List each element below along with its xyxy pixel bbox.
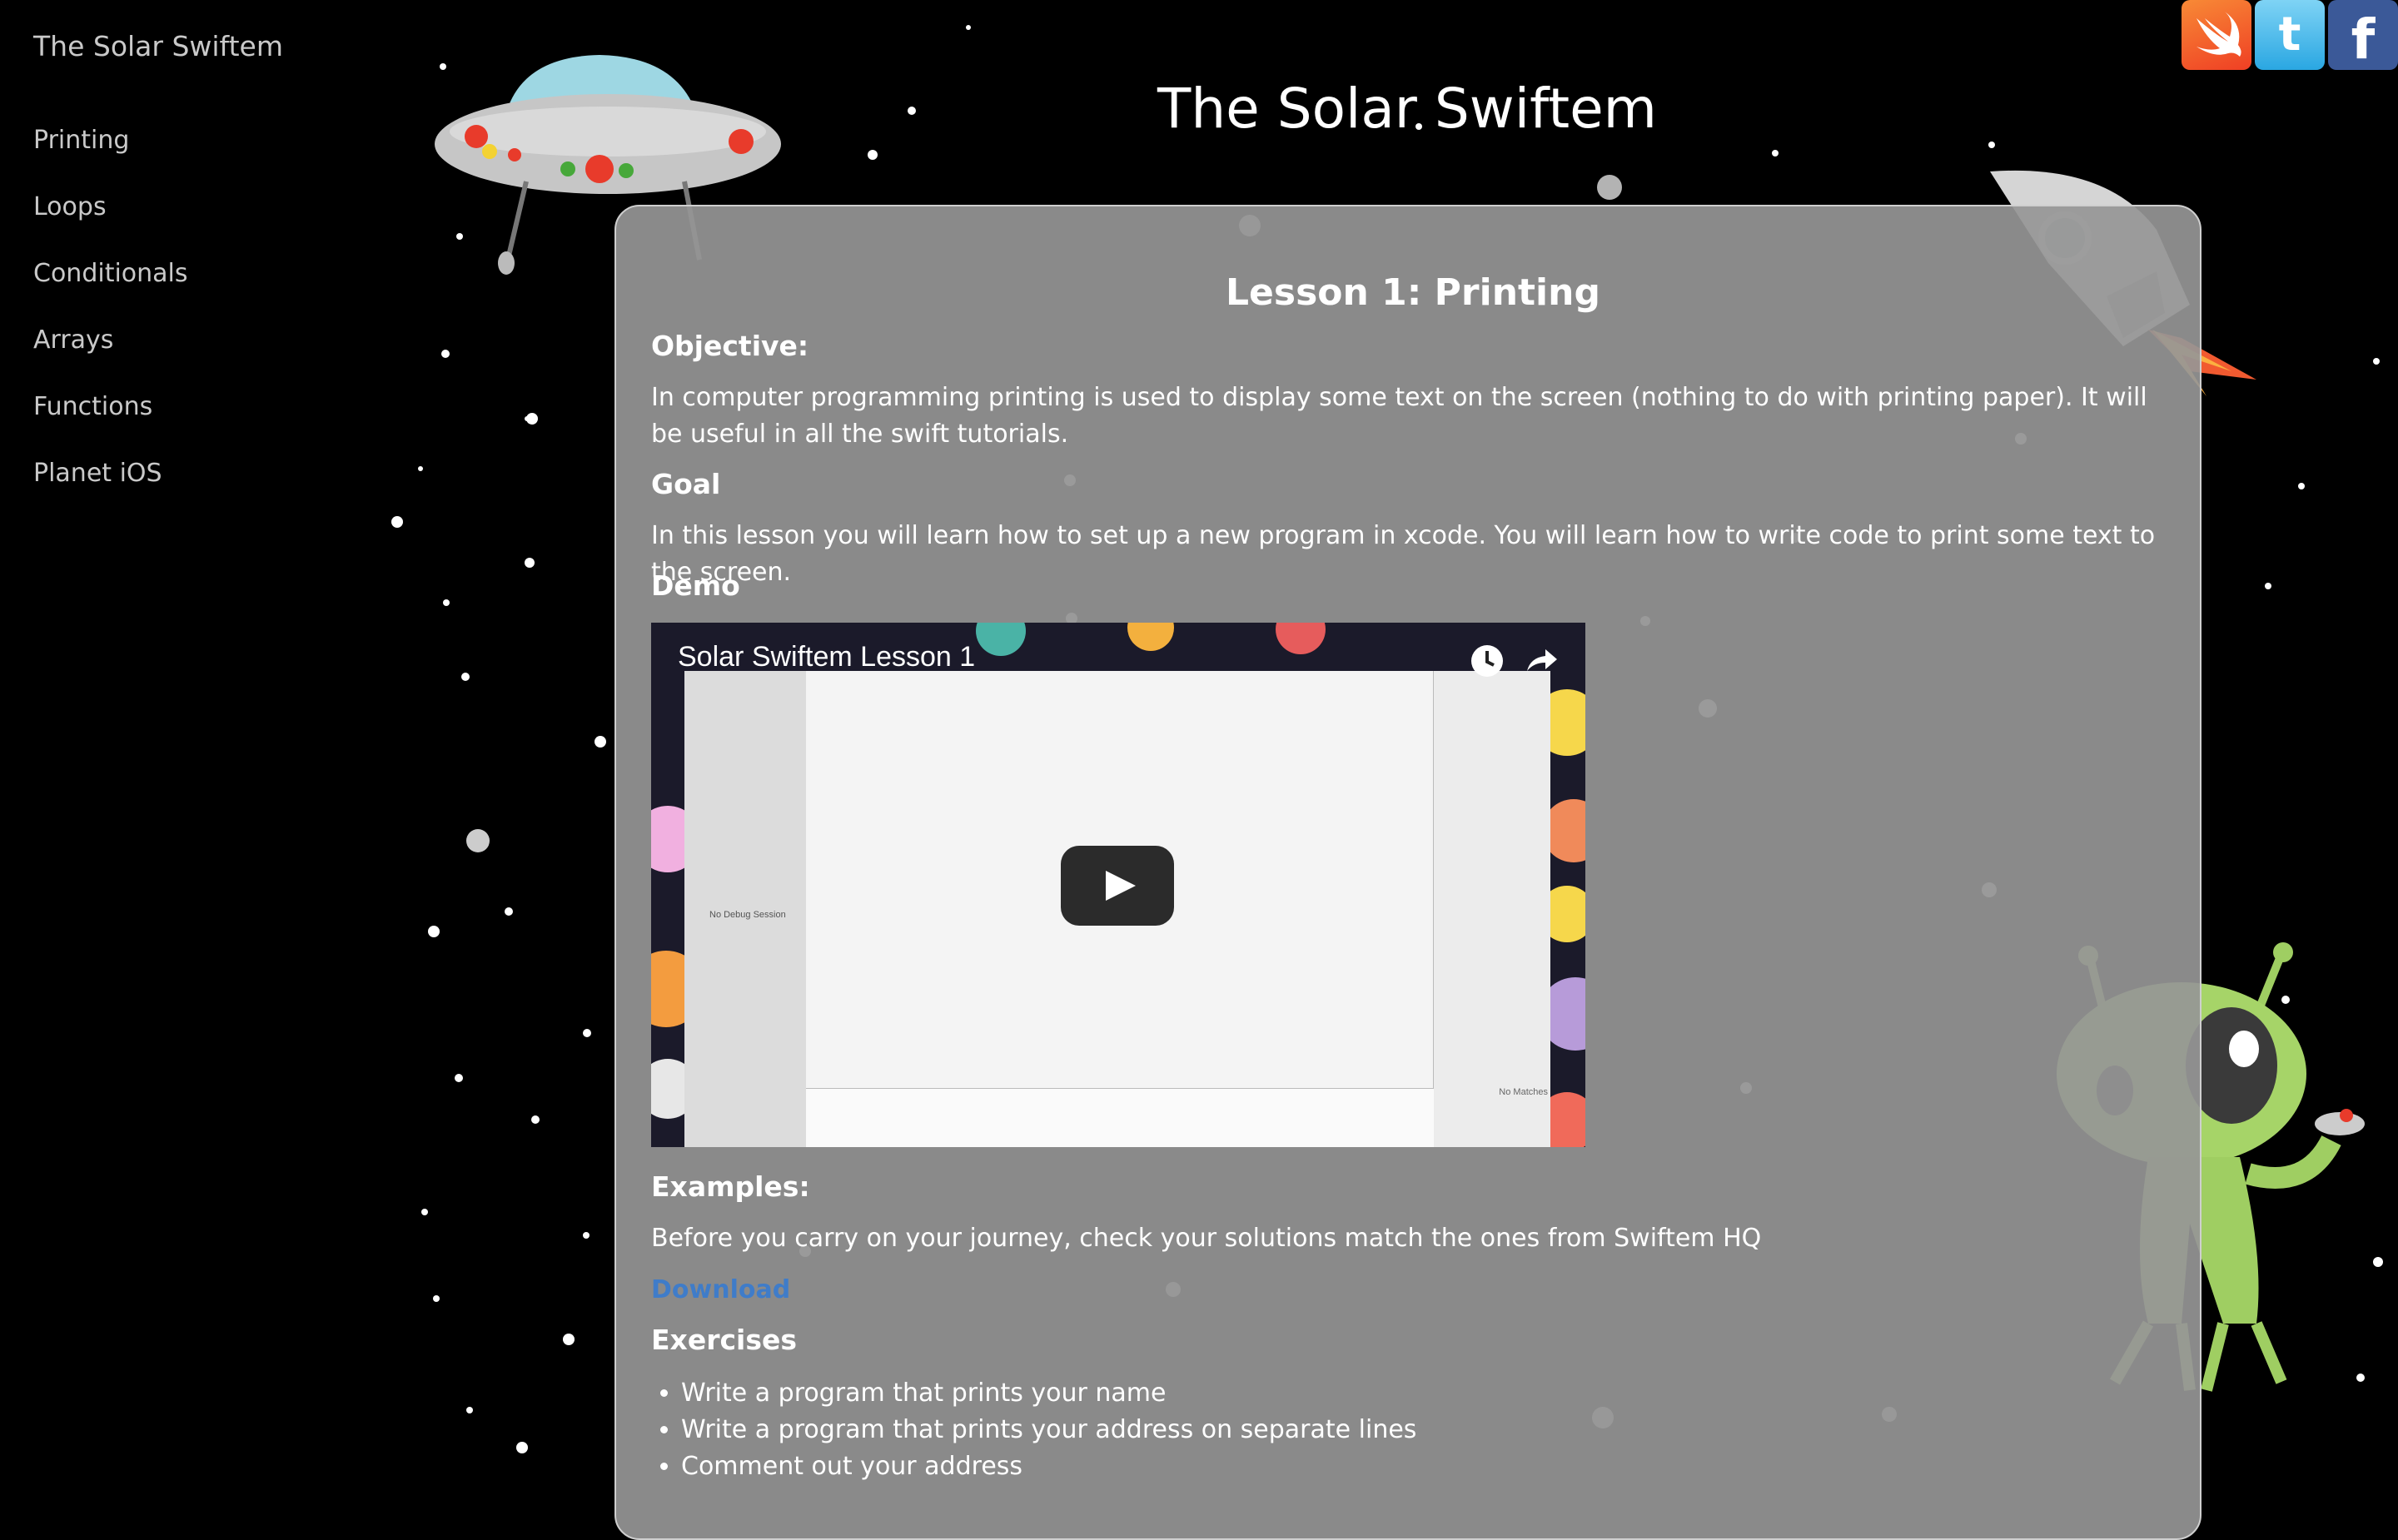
download-link[interactable]: Download [651, 1275, 790, 1304]
xcode-inspector [1433, 671, 1550, 1147]
lesson-title: Lesson 1: Printing [1226, 271, 1600, 314]
swift-icon[interactable] [2182, 0, 2251, 70]
brand-link[interactable]: The Solar Swiftem [33, 30, 283, 62]
lesson-panel: Lesson 1: Printing Objective: In compute… [614, 205, 2201, 1540]
no-matches-label: No Matches [1499, 1087, 1548, 1097]
exercises-list: Write a program that prints your name Wr… [651, 1375, 1416, 1485]
video-player[interactable]: No Debug Session No Matches Solar Swifte… [651, 623, 1585, 1147]
debug-session-label: No Debug Session [709, 910, 786, 920]
sidebar-item-planet-ios[interactable]: Planet iOS [33, 456, 188, 523]
sidebar-item-functions[interactable]: Functions [33, 390, 188, 456]
list-item: Comment out your address [681, 1448, 1416, 1485]
sidebar-item-conditionals[interactable]: Conditionals [33, 256, 188, 323]
xcode-console [806, 1088, 1434, 1147]
sidebar-item-loops[interactable]: Loops [33, 190, 188, 256]
list-item: Write a program that prints your name [681, 1375, 1416, 1412]
examples-heading: Examples: [651, 1170, 810, 1203]
video-title[interactable]: Solar Swiftem Lesson 1 [678, 641, 975, 673]
examples-text: Before you carry on your journey, check … [651, 1224, 1762, 1253]
sidebar-item-arrays[interactable]: Arrays [33, 323, 188, 390]
twitter-icon[interactable]: t [2255, 0, 2325, 70]
demo-heading: Demo [651, 569, 740, 602]
list-item: Write a program that prints your address… [681, 1412, 1416, 1448]
facebook-icon[interactable]: f [2328, 0, 2398, 72]
objective-text: In computer programming printing is used… [651, 383, 2147, 449]
goal-text: In this lesson you will learn how to set… [651, 521, 2156, 587]
exercises-heading: Exercises [651, 1324, 798, 1356]
social-links: t f [2182, 0, 2398, 72]
sidebar-nav: Printing Loops Conditionals Arrays Funct… [33, 123, 188, 523]
share-icon[interactable] [1522, 643, 1559, 679]
objective-heading: Objective: [651, 330, 809, 362]
xcode-navigator [684, 671, 806, 1147]
watch-later-icon[interactable] [1469, 643, 1505, 679]
goal-heading: Goal [651, 468, 721, 500]
page-title: The Solar Swiftem [1157, 77, 1657, 141]
play-button[interactable] [1061, 846, 1174, 926]
